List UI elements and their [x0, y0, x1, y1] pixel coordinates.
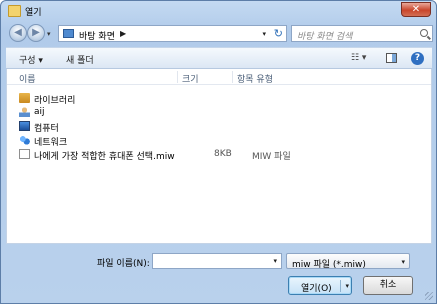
item-type: MIW 파일	[252, 152, 291, 162]
open-button[interactable]: 열기(O) ▾	[288, 276, 352, 295]
file-type-select[interactable]: miw 파일 (*.miw) ▾	[286, 253, 410, 270]
back-button[interactable]: ◀	[9, 24, 27, 42]
open-options-dropdown[interactable]: ▾	[345, 282, 349, 290]
column-divider[interactable]	[177, 71, 178, 83]
user-folder-icon	[19, 107, 30, 117]
forward-button[interactable]: ▶	[27, 24, 45, 42]
new-folder-button[interactable]: 새 폴더	[66, 53, 94, 66]
item-name: 컴퓨터	[34, 124, 59, 134]
column-divider[interactable]	[232, 71, 233, 83]
window-title: 열기	[25, 8, 42, 18]
list-item[interactable]: 라이브러리	[19, 92, 419, 106]
search-icon[interactable]	[420, 29, 428, 37]
title-bar[interactable]: 열기 ✕	[1, 1, 436, 23]
item-name: 나에게 가장 적합한 휴대폰 선택.miw	[34, 152, 175, 162]
column-name[interactable]: 이름	[19, 72, 36, 85]
list-item[interactable]: 네트워크	[19, 134, 419, 148]
library-icon	[19, 93, 30, 103]
refresh-icon[interactable]: ↻	[274, 27, 283, 40]
resize-grip-icon[interactable]	[425, 292, 433, 300]
dialog-footer: 파일 이름(N): ▾ miw 파일 (*.miw) ▾ 열기(O) ▾ 취소	[1, 246, 436, 303]
column-size[interactable]: 크기	[182, 72, 199, 85]
search-box[interactable]: 바탕 화면 검색	[291, 25, 433, 42]
address-breadcrumb[interactable]: 바탕 화면	[79, 29, 115, 42]
column-headers: 이름 크기 항목 유형	[7, 69, 431, 85]
view-options-icon[interactable]: ☷ ▾	[351, 53, 366, 63]
open-button-label[interactable]: 열기(O)	[301, 281, 332, 294]
item-size: 8KB	[214, 149, 232, 159]
list-item[interactable]: 컴퓨터	[19, 120, 419, 134]
item-name: 네트워크	[34, 138, 68, 148]
address-bar[interactable]: 바탕 화면 ▶ ▾ ↻	[58, 25, 287, 42]
split-divider	[340, 280, 341, 292]
recent-locations-dropdown[interactable]: ▾	[47, 30, 51, 38]
file-type-value[interactable]: miw 파일 (*.miw)	[292, 257, 366, 270]
item-name: aij	[34, 107, 45, 117]
list-item[interactable]: 나에게 가장 적합한 휴대폰 선택.miw 8KB MIW 파일	[19, 148, 419, 162]
open-file-dialog: 열기 ✕ ◀ ▶ ▾ 바탕 화면 ▶ ▾ ↻ 바탕 화면 검색 구성 ▾ 새 폴…	[0, 0, 437, 304]
column-type[interactable]: 항목 유형	[237, 72, 273, 85]
network-icon	[19, 135, 30, 145]
file-list: 이름 크기 항목 유형 라이브러리 aij 컴퓨터 네트워크 나에게 가장 적합…	[6, 69, 432, 244]
chevron-down-icon[interactable]: ▾	[401, 258, 405, 266]
filename-input[interactable]: ▾	[152, 253, 282, 269]
document-icon	[19, 149, 30, 159]
address-dropdown[interactable]: ▾	[262, 30, 266, 38]
search-placeholder: 바탕 화면 검색	[297, 32, 353, 42]
command-toolbar: 구성 ▾ 새 폴더 ☷ ▾ ?	[6, 47, 432, 69]
organize-button[interactable]: 구성 ▾	[19, 53, 43, 66]
cancel-button[interactable]: 취소	[363, 276, 413, 295]
folder-icon	[8, 5, 21, 17]
item-name: 라이브러리	[34, 96, 76, 106]
close-button[interactable]: ✕	[401, 2, 431, 17]
help-icon[interactable]: ?	[411, 52, 424, 65]
navigation-bar: ◀ ▶ ▾ 바탕 화면 ▶ ▾ ↻ 바탕 화면 검색	[4, 23, 433, 45]
breadcrumb-arrow-icon[interactable]: ▶	[120, 29, 126, 38]
computer-icon	[19, 121, 30, 131]
preview-pane-icon[interactable]	[386, 53, 397, 63]
desktop-icon	[63, 29, 74, 38]
filename-label: 파일 이름(N):	[97, 259, 150, 269]
filename-dropdown[interactable]: ▾	[273, 257, 277, 265]
list-item[interactable]: aij	[19, 106, 419, 119]
